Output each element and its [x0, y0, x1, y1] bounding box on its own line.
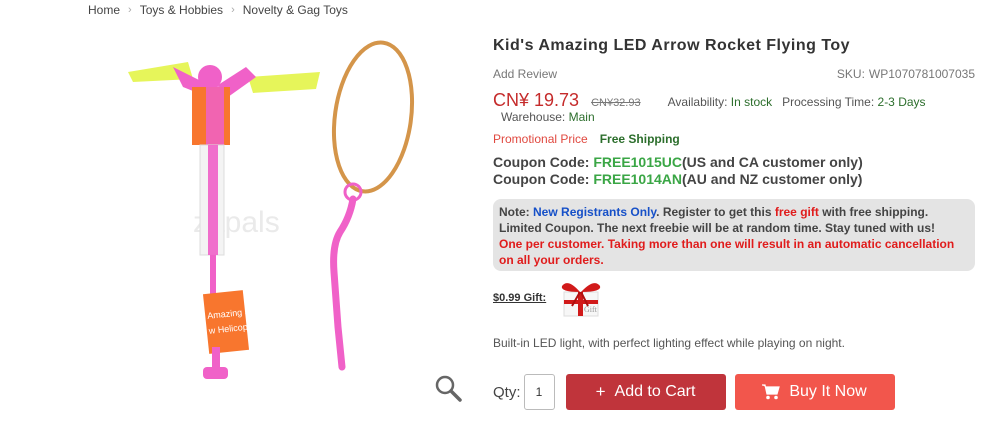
qty-input[interactable]: [523, 374, 555, 410]
breadcrumb-home[interactable]: Home: [88, 3, 120, 17]
gift-icon[interactable]: Gift: [550, 278, 604, 318]
coupon-code: FREE1015UC: [593, 154, 683, 170]
breadcrumb: Home › Toys & Hobbies › Novelty & Gag To…: [88, 3, 348, 17]
coupon-label: Coupon Code:: [493, 154, 590, 170]
warehouse-label: Warehouse:: [501, 110, 566, 124]
add-review-link[interactable]: Add Review: [493, 67, 557, 81]
gift-label[interactable]: $0.99 Gift:: [493, 292, 546, 304]
gift-tag: Gift: [584, 305, 598, 314]
current-price: CN¥ 19.73: [493, 90, 580, 110]
buy-now-button[interactable]: Buy It Now: [734, 374, 895, 410]
availability: Availability: In stock: [668, 95, 773, 109]
product-title: Kid's Amazing LED Arrow Rocket Flying To…: [493, 37, 851, 54]
breadcrumb-separator-icon: ›: [128, 4, 132, 16]
buy-now-label: Buy It Now: [789, 383, 867, 400]
breadcrumb-toys-hobbies[interactable]: Toys & Hobbies: [140, 3, 223, 17]
sku-label: SKU:: [836, 67, 865, 81]
coupon-note: (US and CA customer only): [682, 154, 863, 170]
note-box: Note: New Registrants Only. Register to …: [493, 199, 975, 271]
product-description: Built-in LED light, with perfect lightin…: [493, 336, 845, 350]
processing-time: Processing Time: 2-3 Days: [782, 95, 925, 109]
warehouse: Warehouse: Main: [501, 110, 595, 124]
add-to-cart-button[interactable]: + Add to Cart: [565, 374, 726, 410]
free-gift-text: free gift: [774, 205, 819, 219]
promotional-price-label: Promotional Price: [493, 132, 588, 146]
coupon-au-nz: Coupon Code: FREE1014AN(AU and NZ custom…: [493, 171, 862, 187]
breadcrumb-novelty-gag-toys[interactable]: Novelty & Gag Toys: [243, 3, 348, 17]
warehouse-value: Main: [568, 110, 595, 124]
note-warning: One per customer. Taking more than one w…: [499, 237, 955, 267]
availability-value: In stock: [730, 95, 773, 109]
free-shipping-label: Free Shipping: [599, 132, 680, 146]
sku: SKU: WP1070781007035: [837, 67, 975, 81]
price-row: CN¥ 19.73 CN¥32.93 Availability: In stoc…: [493, 90, 926, 111]
magnifier-icon: [435, 375, 462, 402]
availability-label: Availability:: [667, 95, 728, 109]
product-photo: zapals Amazing S w Helicopt: [128, 40, 415, 379]
purchase-row: Qty: + Add to Cart Buy It Now: [493, 374, 895, 410]
sku-value: WP1070781007035: [868, 67, 975, 81]
coupon-us-ca: Coupon Code: FREE1015UC(US and CA custom…: [493, 154, 863, 170]
note-text-1: . Register to get this: [656, 205, 775, 219]
note-prefix: Note:: [499, 205, 530, 219]
breadcrumb-separator-icon: ›: [231, 4, 235, 16]
qty-label: Qty:: [493, 383, 521, 401]
plus-icon: +: [595, 382, 606, 401]
promo-row: Promotional Price Free Shipping: [493, 132, 680, 146]
coupon-label: Coupon Code:: [493, 171, 590, 187]
coupon-code: FREE1014AN: [593, 171, 683, 187]
coupon-note: (AU and NZ customer only): [682, 171, 863, 187]
add-to-cart-label: Add to Cart: [614, 383, 696, 400]
product-image[interactable]: zapals Amazing S w Helicopt: [88, 27, 473, 412]
cart-icon: [762, 384, 781, 400]
new-registrants-link[interactable]: New Registrants Only: [533, 205, 656, 219]
gift-row: $0.99 Gift: Gift: [493, 278, 604, 318]
processing-value: 2-3 Days: [877, 95, 926, 109]
original-price: CN¥32.93: [591, 97, 641, 109]
zoom-button[interactable]: [433, 373, 463, 403]
processing-label: Processing Time:: [782, 95, 875, 109]
